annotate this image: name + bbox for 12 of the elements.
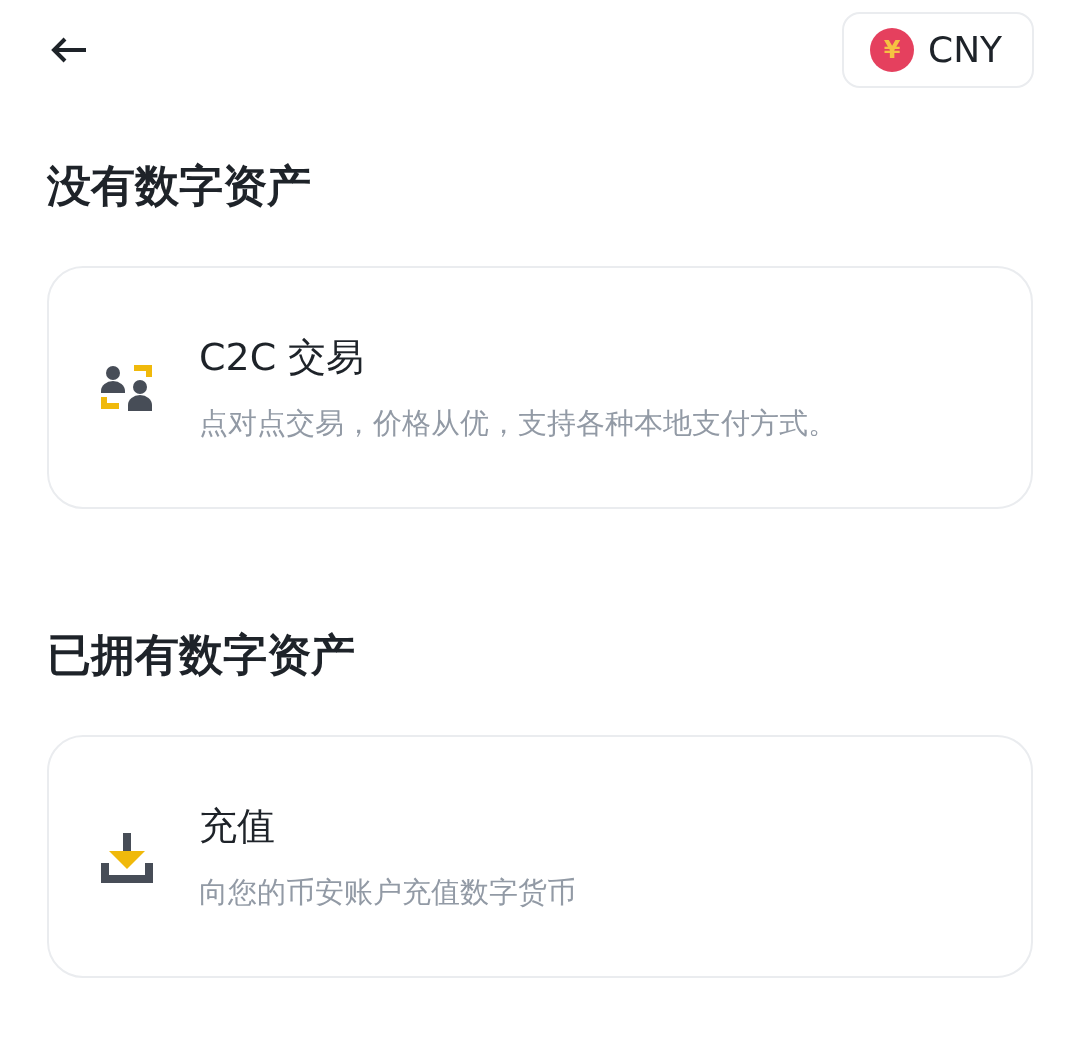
card-description: 点对点交易，价格从优，支持各种本地支付方式。: [199, 404, 837, 442]
currency-button[interactable]: ¥ CNY: [842, 12, 1034, 88]
option-card[interactable]: C2C 交易 点对点交易，价格从优，支持各种本地支付方式。: [47, 266, 1033, 509]
card-title: C2C 交易: [199, 333, 366, 381]
option-card[interactable]: 充值 向您的币安账户充值数字货币: [47, 735, 1033, 978]
coin-icon: ¥: [870, 28, 914, 72]
section-heading: 已拥有数字资产: [47, 628, 356, 682]
back-arrow-icon[interactable]: [50, 36, 88, 64]
people-exchange-icon: [99, 362, 155, 413]
section-heading: 没有数字资产: [47, 159, 312, 213]
card-description: 向您的币安账户充值数字货币: [199, 873, 576, 911]
card-title: 充值: [199, 802, 276, 850]
